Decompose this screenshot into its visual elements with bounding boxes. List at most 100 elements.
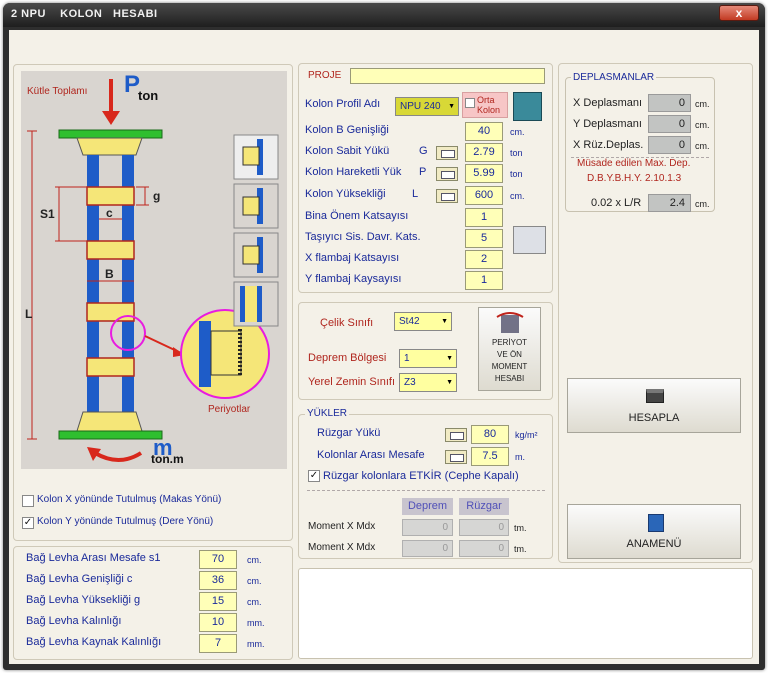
hesapla-label: HESAPLA [628,412,680,424]
column-width-input[interactable]: 40 [465,122,503,141]
ruzgar-header-label: Rüzgar [466,500,502,512]
period-button-line3: MOMENT [491,362,528,371]
loads-legend: YÜKLER [305,408,350,419]
height-calc-icon[interactable] [436,189,458,203]
orta-kolon-label: Orta Kolon [477,95,501,115]
importance-input[interactable]: 1 [465,208,503,227]
soil-select[interactable]: Z3 [399,373,457,392]
seismic-panel: Çelik Sınıfı St42 Deprem Bölgesi 1 Yerel… [298,302,553,400]
plate-label-c: Bağ Levha Genişliği c [26,573,133,585]
column-label-7: Y flambaj Kaysayısı [305,273,402,285]
x-deflection-label: X Deplasmanı [573,97,643,109]
wind-effect-checkbox[interactable]: ✓ [308,470,320,482]
plate-g-unit: cm. [247,597,262,607]
y-deflection-unit: cm. [695,120,710,130]
loads-divider [307,490,545,491]
proje-label: PROJE [308,70,342,81]
moment-row1-ruzgar[interactable]: 0 [459,519,509,536]
limit-label: 0.02 x L/R [591,197,642,209]
period-button-line2: VE ÖN [497,350,522,359]
period-moment-button[interactable]: PERİYOT VE ÖN MOMENT HESABI [478,307,541,391]
live-load-calc-icon[interactable] [436,167,458,181]
plate-thickness-unit: mm. [247,618,265,628]
anamenu-label: ANAMENÜ [626,538,682,550]
moment-row2-ruzgar[interactable]: 0 [459,540,509,557]
l-label: L [25,307,33,321]
period-button-line1: PERİYOT [491,338,528,347]
column-input-panel: PROJE Kolon Profil Adı NPU 240 Orta Kolo… [298,63,553,293]
window-title: 2 NPU KOLON HESABI [11,8,158,20]
column-height-unit: cm. [510,191,525,201]
y-restraint-checkbox[interactable]: ✓ [22,517,34,529]
column-sym-2: P [419,166,427,178]
plate-label-s1: Bağ Levha Arası Mesafe s1 [26,552,161,564]
spacing-calc-icon[interactable] [445,450,467,464]
live-load-input[interactable]: 5.99 [465,164,503,183]
wind-input[interactable]: 80 [471,425,509,444]
moment-row1-unit: tm. [514,523,527,533]
periyotlar-label: Periyotlar [208,404,251,415]
y-restraint-label: Kolon Y yönünde Tutulmuş (Dere Yönü) [37,516,214,527]
g-label: g [153,189,161,203]
plate-g-input[interactable]: 15 [199,592,237,611]
orta-kolon-checkbox[interactable] [465,98,475,108]
column-label-0: Kolon B Genişliği [305,124,389,136]
profile-label: Kolon Profil Adı [305,98,381,110]
wind-unit: kg/m² [515,430,538,440]
wind-calc-icon[interactable] [445,428,467,442]
limit-unit: cm. [695,199,710,209]
moment-row2-label: Moment X Mdx [308,542,376,553]
column-sym-3: L [412,188,419,200]
column-label-3: Kolon Yüksekliği [305,188,386,200]
anamenu-button[interactable]: ANAMENÜ [567,504,741,559]
moment-row2-deprem[interactable]: 0 [402,540,453,557]
allowed-line1: Müsade edilen Max. Dep. [577,158,691,169]
hesapla-button[interactable]: HESAPLA [567,378,741,433]
plate-label-thickness: Bağ Levha Kalınlığı [26,615,122,627]
spacing-unit: m. [515,452,525,462]
column-diagram: Kütle Toplamı P ton g c S1 B L m ton.m P… [21,71,287,469]
allowed-line2: D.B.Y.B.H.Y. 2.10.1.3 [587,173,682,184]
plate-s1-unit: cm. [247,555,262,565]
steel-select[interactable]: St42 [394,312,452,331]
deprem-header-label: Deprem [407,500,448,512]
output-area[interactable] [298,568,753,659]
column-sym-1: G [419,145,428,157]
plate-weld-input[interactable]: 7 [199,634,237,653]
close-button[interactable]: x [719,5,759,21]
profile-select[interactable]: NPU 240 [395,97,459,116]
dead-load-calc-icon[interactable] [436,146,458,160]
moment-row1-label: Moment X Mdx [308,521,376,532]
dead-load-input[interactable]: 2.79 [465,143,503,162]
diagram-panel: Kütle Toplamı P ton g c S1 B L m ton.m P… [13,64,293,541]
system-type-icon[interactable] [513,226,546,254]
x-restraint-checkbox[interactable] [22,495,34,507]
moment-row1-deprem[interactable]: 0 [402,519,453,536]
plate-thickness-input[interactable]: 10 [199,613,237,632]
wind-deflection-label: X Rüz.Deplas. [573,139,644,151]
period-icon [496,312,524,333]
proje-input[interactable] [350,68,545,84]
y-buckling-input[interactable]: 1 [465,271,503,290]
profile-library-icon[interactable] [513,92,542,121]
calculator-icon [646,389,664,403]
zone-select[interactable]: 1 [399,349,457,368]
behaviour-input[interactable]: 5 [465,229,503,248]
limit-value: 2.4 [648,194,691,212]
spacing-input[interactable]: 7.5 [471,447,509,466]
live-load-unit: ton [510,169,523,179]
y-deflection-value: 0 [648,115,691,133]
s1-label: S1 [40,207,55,221]
plate-c-input[interactable]: 36 [199,571,237,590]
column-height-input[interactable]: 600 [465,186,503,205]
plate-panel: Bağ Levha Arası Mesafe s1 70 cm. Bağ Lev… [13,546,293,660]
c-label: c [106,206,113,220]
period-button-line4: HESABI [494,374,525,383]
x-buckling-input[interactable]: 2 [465,250,503,269]
wind-effect-label: Rüzgar kolonlara ETKİR (Cephe Kapalı) [323,470,519,482]
loads-panel: YÜKLER Rüzgar Yükü 80 kg/m² Kolonlar Ara… [298,408,553,559]
plate-c-unit: cm. [247,576,262,586]
wind-deflection-value: 0 [648,136,691,154]
plate-s1-input[interactable]: 70 [199,550,237,569]
title-bar[interactable]: 2 NPU KOLON HESABI x [3,3,765,27]
